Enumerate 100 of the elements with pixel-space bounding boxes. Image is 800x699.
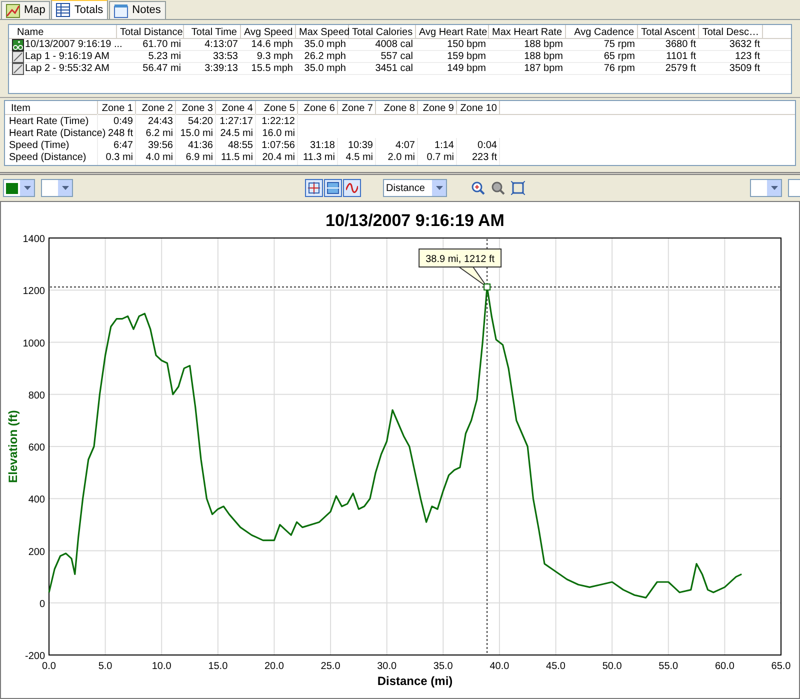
table-cell-text: 10/13/2007 9:16:19 ...: [25, 38, 122, 52]
table-cell: 48:55: [228, 140, 253, 150]
table-cell-text: Lap 1 - 9:16:19 AM: [25, 50, 110, 64]
y-axis-tick-label: 1200: [22, 286, 45, 298]
zoom-in-icon[interactable]: [471, 181, 485, 195]
tooltip-pointer: [458, 266, 488, 288]
notepad-icon: [114, 4, 128, 18]
table-cell-text: 33:53: [212, 50, 238, 64]
table-cell-text: 188 bpm: [524, 38, 563, 52]
zoom-out-icon[interactable]: [491, 181, 505, 195]
column-header[interactable]: Zone 1: [98, 101, 136, 114]
x-axis-tick-label: 25.0: [320, 661, 340, 672]
table-cell: Heart Rate (Time): [9, 116, 89, 126]
column-header[interactable]: Zone 4: [216, 101, 256, 114]
table-cell-text: 4008 cal: [375, 38, 413, 52]
column-header[interactable]: Zone 10: [457, 101, 500, 114]
column-header[interactable]: Total Ascent: [638, 25, 699, 38]
y-axis-tick-label: 800: [28, 390, 45, 402]
tab[interactable]: Map: [1, 1, 50, 19]
table-cell: 0:04: [478, 140, 497, 150]
table-cell-text: 1101 ft: [666, 50, 696, 64]
table-cell: 11.5 mi: [220, 152, 253, 162]
table-cell-text: 3632 ft: [729, 38, 760, 52]
table-cell: 1:07:56: [262, 140, 295, 150]
table-cell: 39:56: [148, 140, 173, 150]
caret-icon: [436, 186, 442, 190]
table-cell: 24:43: [148, 116, 173, 126]
table-cell: 248 ft: [108, 128, 133, 138]
x-axis-tick-label: 60.0: [714, 661, 734, 672]
chart-title: 10/13/2007 9:16:19 AM: [326, 211, 504, 230]
column-header[interactable]: Zone 8: [376, 101, 418, 114]
column-header[interactable]: Avg Heart Rate: [416, 25, 489, 38]
dropdown[interactable]: [788, 179, 800, 197]
wave-button[interactable]: [343, 179, 361, 197]
table-cell-text: 4:13:07: [204, 38, 238, 52]
column-header[interactable]: Name: [9, 25, 117, 38]
fit-view-icon[interactable]: [511, 181, 525, 195]
crosshair-button[interactable]: [305, 179, 323, 197]
table-cell-text: 159 bpm: [447, 50, 486, 64]
column-header[interactable]: Zone 7: [338, 101, 376, 114]
tab[interactable]: Totals: [51, 0, 108, 19]
x-axis-tick-label: 55.0: [658, 661, 678, 672]
table-cell: 4.0 mi: [146, 152, 173, 162]
x-axis-tick-label: 50.0: [602, 661, 622, 672]
dropdown[interactable]: [41, 179, 73, 197]
table-cell: Speed (Time): [9, 140, 70, 150]
table-cell: 11.3 mi: [302, 152, 335, 162]
column-header[interactable]: Total Distance: [117, 25, 184, 38]
table-cell: 10:39: [348, 140, 373, 150]
table-cell-text: 557 cal: [380, 50, 413, 64]
column-header[interactable]: Total Time: [184, 25, 241, 38]
column-header[interactable]: Total Calories: [349, 25, 416, 38]
column-header[interactable]: Zone 9: [418, 101, 457, 114]
point-marker: [484, 284, 491, 290]
table-cell: 6:47: [114, 140, 133, 150]
table-cell: Speed (Distance): [9, 152, 86, 162]
column-header[interactable]: Zone 5: [256, 101, 298, 114]
x-axis-dropdown[interactable]: Distance: [383, 179, 447, 197]
table-cell: 24.5 mi: [220, 128, 253, 138]
x-axis-tick-label: 0.0: [42, 661, 56, 672]
column-header[interactable]: Zone 3: [176, 101, 216, 114]
tooltip-text: 38.9 mi, 1212 ft: [426, 254, 495, 265]
table-cell: 16.0 mi: [262, 128, 295, 138]
dropdown[interactable]: [750, 179, 782, 197]
table-icon: [56, 3, 70, 17]
column-header[interactable]: Avg Speed: [241, 25, 296, 38]
table-cell-text: 61.70 mi: [142, 38, 181, 52]
x-axis-tick-label: 65.0: [771, 661, 791, 672]
caret-icon: [24, 186, 30, 190]
split-view-button[interactable]: [324, 179, 342, 197]
column-header[interactable]: Total Desc…: [699, 25, 763, 38]
x-axis-tick-label: 40.0: [490, 661, 510, 672]
table-cell: 1:14: [434, 140, 454, 150]
x-axis-tick-label: 5.0: [98, 661, 112, 672]
y-axis-tick-label: 400: [28, 494, 45, 506]
table-cell-text: 56.47 mi: [142, 62, 181, 76]
column-header[interactable]: Item: [5, 101, 98, 114]
column-header[interactable]: Max Heart Rate: [489, 25, 566, 38]
color-dropdown[interactable]: [3, 179, 35, 197]
table-cell-text: 75 rpm: [604, 38, 635, 52]
table-cell: Heart Rate (Distance): [9, 128, 106, 138]
table-cell: 20.4 mi: [262, 152, 295, 162]
table-cell: 54:20: [188, 116, 213, 126]
column-header[interactable]: Avg Cadence: [566, 25, 638, 38]
x-axis-tick-label: 15.0: [208, 661, 228, 672]
table-cell: 31:18: [310, 140, 335, 150]
column-header[interactable]: Max Speed: [296, 25, 349, 38]
table-cell: 15.0 mi: [180, 128, 213, 138]
caret-icon: [62, 186, 68, 190]
column-header[interactable]: Zone 2: [136, 101, 176, 114]
table-cell: 2.0 mi: [388, 152, 415, 162]
tab[interactable]: Notes: [109, 1, 166, 19]
table-cell-text: 35.0 mph: [304, 62, 346, 76]
table-cell-text: Lap 2 - 9:55:32 AM: [25, 62, 110, 76]
table-cell: 6.9 mi: [186, 152, 213, 162]
table-cell-text: 188 bpm: [524, 50, 563, 64]
table-cell-text: 15.5 mph: [251, 62, 293, 76]
column-header[interactable]: Zone 6: [298, 101, 338, 114]
table-cell-text: 14.6 mph: [251, 38, 293, 52]
table-cell-text: 149 bpm: [447, 62, 486, 76]
